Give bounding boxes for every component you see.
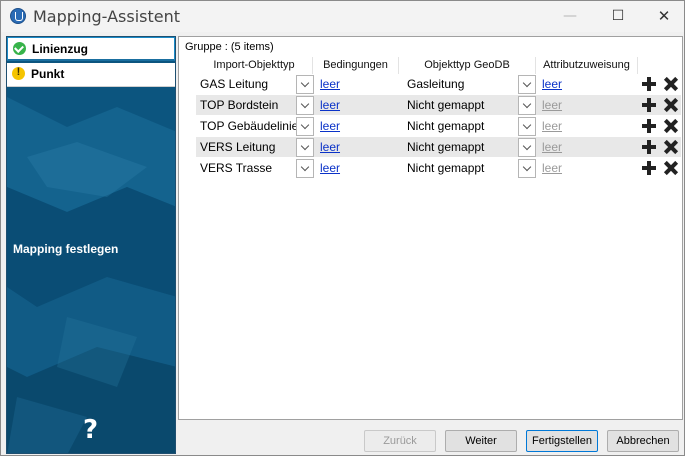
sidebar-item-label: Linienzug: [32, 42, 88, 56]
import-type-dropdown[interactable]: [296, 96, 314, 115]
add-icon[interactable]: [641, 76, 657, 92]
geodb-type-dropdown[interactable]: [518, 138, 536, 157]
table-row: VERS Trasse leer Nicht gemappt leer: [196, 158, 681, 178]
attribute-link: leer: [542, 140, 563, 154]
help-icon[interactable]: ?: [83, 415, 98, 445]
sidebar-item-linienzug[interactable]: Linienzug: [7, 37, 175, 61]
import-type-dropdown[interactable]: [296, 159, 314, 178]
delete-icon[interactable]: [663, 118, 679, 134]
delete-icon[interactable]: [663, 97, 679, 113]
column-header-geodb-type[interactable]: Objekttyp GeoDB: [399, 57, 536, 74]
conditions-link[interactable]: leer: [320, 119, 340, 133]
sidebar-item-label: Punkt: [31, 67, 65, 81]
attribute-link: leer: [542, 119, 563, 133]
import-type-cell: VERS Trasse: [200, 161, 273, 175]
table-row: GAS Leitung leer Gasleitung leer: [196, 74, 681, 94]
maximize-button[interactable]: ☐: [595, 1, 641, 32]
attribute-link: leer: [542, 98, 563, 112]
add-icon[interactable]: [641, 160, 657, 176]
next-button[interactable]: Weiter: [445, 430, 517, 452]
table-row: TOP Bordstein leer Nicht gemappt leer: [196, 95, 681, 115]
cancel-button[interactable]: Abbrechen: [607, 430, 679, 452]
add-icon[interactable]: [641, 97, 657, 113]
add-icon[interactable]: [641, 139, 657, 155]
sidebar-item-punkt[interactable]: Punkt: [7, 63, 175, 87]
conditions-link[interactable]: leer: [320, 77, 340, 91]
column-header-import-type[interactable]: Import-Objekttyp: [196, 57, 313, 74]
app-logo-icon: [10, 8, 26, 24]
sidebar-caption: Mapping festlegen: [13, 242, 119, 256]
minimize-button[interactable]: —: [547, 1, 593, 32]
title-bar: Mapping-Assistent — ☐ ✕: [1, 1, 684, 32]
import-type-cell: TOP Gebäudelinie: [200, 119, 299, 133]
delete-icon[interactable]: [663, 160, 679, 176]
delete-icon[interactable]: [663, 139, 679, 155]
geodb-type-cell: Nicht gemappt: [407, 98, 485, 112]
delete-icon[interactable]: [663, 76, 679, 92]
geodb-type-dropdown[interactable]: [518, 75, 536, 94]
sidebar: Linienzug Punkt Mapping festlegen ?: [6, 36, 176, 454]
close-button[interactable]: ✕: [641, 1, 685, 32]
table-row: VERS Leitung leer Nicht gemappt leer: [196, 137, 681, 157]
import-type-cell: VERS Leitung: [200, 140, 276, 154]
checkmark-icon: [13, 42, 26, 55]
finish-button[interactable]: Fertigstellen: [526, 430, 598, 452]
geodb-type-cell: Gasleitung: [407, 77, 465, 91]
column-header-attribute[interactable]: Attributzuweisung: [536, 57, 638, 74]
geodb-type-cell: Nicht gemappt: [407, 140, 485, 154]
import-type-dropdown[interactable]: [296, 138, 314, 157]
conditions-link[interactable]: leer: [320, 98, 340, 112]
attribute-link: leer: [542, 161, 563, 175]
back-button[interactable]: Zurück: [364, 430, 436, 452]
column-header-conditions[interactable]: Bedingungen: [313, 57, 399, 74]
table-row: TOP Gebäudelinie leer Nicht gemappt leer: [196, 116, 681, 136]
import-type-cell: TOP Bordstein: [200, 98, 279, 112]
geodb-type-dropdown[interactable]: [518, 96, 536, 115]
mapping-grid-panel: Gruppe : (5 items) Import-Objekttyp Bedi…: [178, 36, 683, 420]
import-type-cell: GAS Leitung: [200, 77, 269, 91]
geodb-type-cell: Nicht gemappt: [407, 119, 485, 133]
conditions-link[interactable]: leer: [320, 140, 340, 154]
import-type-dropdown[interactable]: [296, 117, 314, 136]
geodb-type-dropdown[interactable]: [518, 117, 536, 136]
window-title: Mapping-Assistent: [33, 7, 181, 26]
attribute-link[interactable]: leer: [542, 77, 562, 91]
warning-icon: [12, 66, 25, 80]
import-type-dropdown[interactable]: [296, 75, 314, 94]
geodb-type-dropdown[interactable]: [518, 159, 536, 178]
conditions-link[interactable]: leer: [320, 161, 340, 175]
mapping-assistant-window: Mapping-Assistent — ☐ ✕ Linienzug Punkt …: [0, 0, 685, 456]
group-header: Gruppe : (5 items): [185, 41, 274, 53]
add-icon[interactable]: [641, 118, 657, 134]
geodb-type-cell: Nicht gemappt: [407, 161, 485, 175]
